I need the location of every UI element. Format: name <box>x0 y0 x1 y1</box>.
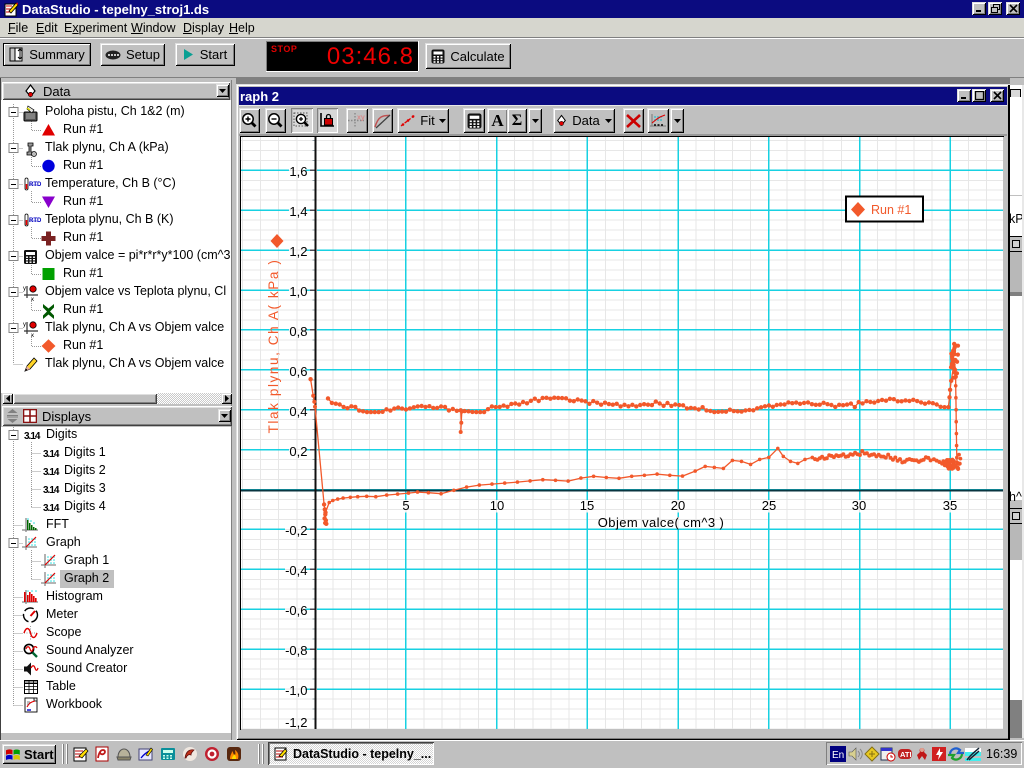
svg-text:1,4: 1,4 <box>289 204 307 219</box>
svg-text:xy: xy <box>357 115 365 122</box>
svg-text:-0,4: -0,4 <box>285 563 307 578</box>
svg-text:3.14: 3.14 <box>43 503 60 514</box>
svg-text:30: 30 <box>852 498 866 513</box>
svg-text:25: 25 <box>762 498 776 513</box>
svg-text:15: 15 <box>580 498 594 513</box>
svg-text:5: 5 <box>402 498 409 513</box>
svg-text:0,2: 0,2 <box>289 444 307 459</box>
svg-text:y: y <box>23 286 26 292</box>
svg-text:3.14: 3.14 <box>43 485 60 496</box>
svg-text:Objem valce( cm^3 ): Objem valce( cm^3 ) <box>598 515 724 530</box>
svg-text:-1,2: -1,2 <box>285 715 307 729</box>
svg-text:0,8: 0,8 <box>289 324 307 339</box>
svg-text:Run #1: Run #1 <box>871 203 911 217</box>
svg-text:-0,2: -0,2 <box>285 523 307 538</box>
svg-text:20: 20 <box>671 498 685 513</box>
svg-text:En: En <box>832 750 844 761</box>
svg-text:-0,8: -0,8 <box>285 643 307 658</box>
svg-text:3.14: 3.14 <box>43 449 60 460</box>
svg-text:ATI: ATI <box>900 750 912 759</box>
svg-text:0,4: 0,4 <box>289 404 307 419</box>
svg-text:x: x <box>31 333 34 339</box>
svg-text:1,0: 1,0 <box>289 284 307 299</box>
svg-text:Tlak plynu, Ch A( kPa ): Tlak plynu, Ch A( kPa ) <box>266 259 281 434</box>
svg-text:0,6: 0,6 <box>289 364 307 379</box>
svg-text:-1,0: -1,0 <box>285 683 307 698</box>
svg-text:10: 10 <box>490 498 504 513</box>
svg-text:x: x <box>31 297 34 303</box>
svg-text:-0,6: -0,6 <box>285 603 307 618</box>
svg-text:y: y <box>23 322 26 328</box>
svg-text:3.14: 3.14 <box>43 467 60 478</box>
svg-text:1,2: 1,2 <box>289 244 307 259</box>
svg-text:1,6: 1,6 <box>289 164 307 179</box>
svg-text:35: 35 <box>943 498 957 513</box>
svg-text:3.14: 3.14 <box>24 431 41 442</box>
